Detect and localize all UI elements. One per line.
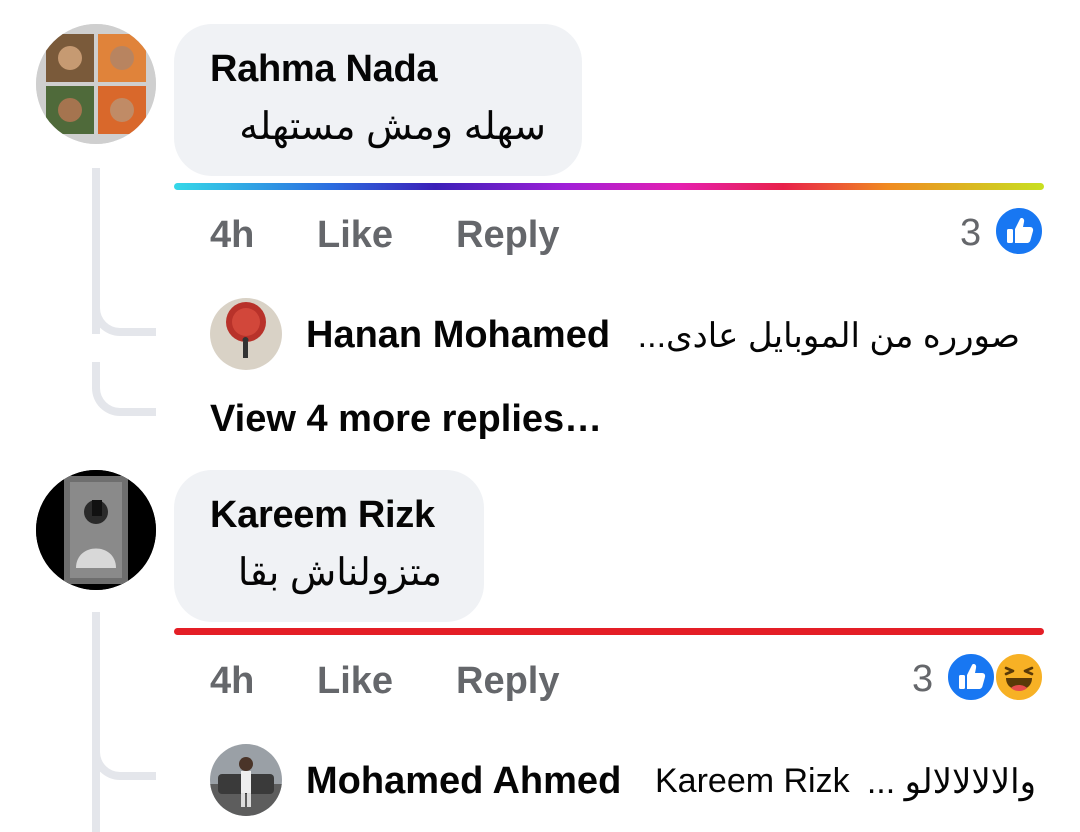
comment-text: سهله ومش مستهله [239,106,546,148]
reply-mention[interactable]: Kareem Rizk [655,762,850,801]
comment-text: متزولناش بقا [237,552,442,594]
reply-text[interactable]: والالالالالو ... [867,762,1036,802]
comment-author[interactable]: Kareem Rizk [210,494,435,537]
reply-text[interactable]: صورره من الموبايل عادى... [638,316,1020,356]
comment-author[interactable]: Rahma Nada [210,48,438,91]
comment-time: 4h [210,660,255,702]
avatar-hanan-mohamed[interactable] [210,298,282,370]
like-icon [994,206,1044,256]
moon-photo-icon [210,298,282,370]
reply-connector [92,362,156,416]
red-divider [174,628,1044,635]
comment-bubble[interactable]: Rahma Nada سهله ومش مستهله [174,24,582,176]
view-more-replies-link[interactable]: View 4 more replies… [210,398,602,441]
haha-icon [994,652,1044,702]
reaction-count[interactable]: 3 [960,212,981,255]
comment-bubble[interactable]: Kareem Rizk متزولناش بقا [174,470,484,622]
reply-button[interactable]: Reply [456,660,559,703]
collage-photo-icon [36,24,156,144]
profile-photo-icon [36,470,156,590]
like-button[interactable]: Like [317,660,393,703]
reply-author[interactable]: Hanan Mohamed [306,314,610,357]
reply-author[interactable]: Mohamed Ahmed [306,760,621,803]
rainbow-divider [174,183,1044,190]
avatar-rahma-nada[interactable] [36,24,156,144]
like-button[interactable]: Like [317,214,393,257]
profile-photo-icon [210,744,282,816]
reaction-count[interactable]: 3 [912,658,933,701]
avatar-mohamed-ahmed[interactable] [210,744,282,816]
reply-connector [92,282,156,336]
reply-connector [92,726,156,780]
avatar-kareem-rizk[interactable] [36,470,156,590]
comment-time: 4h [210,214,255,256]
reply-button[interactable]: Reply [456,214,559,257]
thread-line [92,612,100,832]
like-icon [946,652,996,702]
